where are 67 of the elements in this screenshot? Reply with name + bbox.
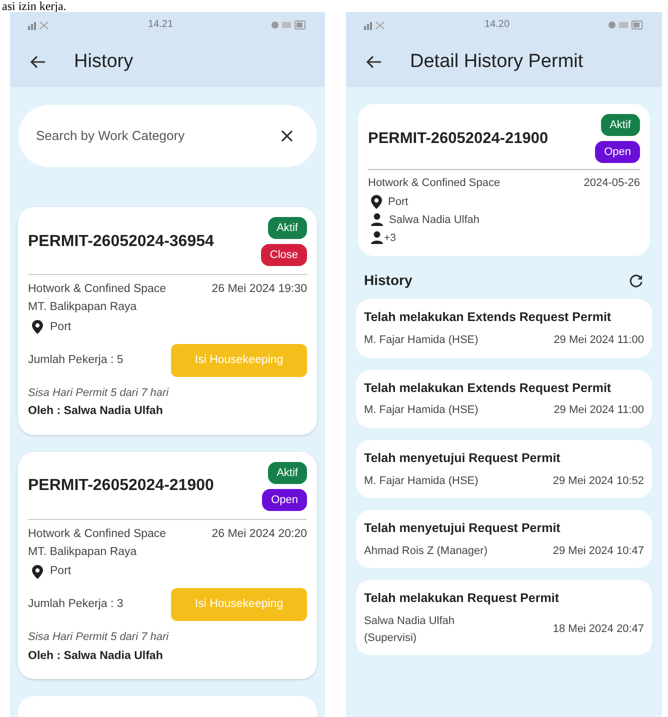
search-field[interactable]: Search by Work Category <box>36 126 256 146</box>
work-category: Hotwork & Confined Space <box>28 282 166 297</box>
entry-action: Telah menyetujui Request Permit <box>364 520 562 537</box>
permit-card[interactable]: PERMIT-26052024-21900 Aktif Open Hotwork & Confined Space 26 Mei 2024 20:20 MT. Balikpapan Raya Port Jumlah Pekerja : 3 Isi Housekeeping Sisa Hari Permit 5 dari 7 hari Oleh : Salwa Nadia Ulfah <box>18 452 317 679</box>
entry-time: 18 Mei 2024 20:47 <box>552 622 644 638</box>
work-category: Hotwork & Confined Space <box>368 176 500 191</box>
entry-actor: M. Fajar Hamida (HSE) <box>364 474 478 488</box>
status-badge: Open <box>262 488 307 510</box>
worker-count: Jumlah Pekerja : 5 <box>28 352 124 368</box>
person-icon <box>371 231 383 246</box>
status-badge: Aktif <box>268 217 307 239</box>
entry-action: Telah melakukan Extends Request Permit <box>364 309 612 326</box>
back-arrow-icon <box>30 55 46 69</box>
person-name: Salwa Nadia Ulfah <box>389 213 480 228</box>
location-text: Port <box>388 194 408 210</box>
vessel-name: MT. Balikpapan Raya <box>28 544 138 560</box>
permit-id: PERMIT-26052024-21900 <box>28 476 214 496</box>
refresh-button[interactable] <box>628 272 644 289</box>
battery-icon <box>608 20 644 30</box>
permit-date: 2024-05-26 <box>584 176 640 191</box>
submitted-by: Oleh : Salwa Nadia Ulfah <box>28 648 164 664</box>
permit-datetime: 26 Mei 2024 19:30 <box>212 282 307 297</box>
screen-title: Detail History Permit <box>410 50 584 74</box>
location-text: Port <box>50 564 72 579</box>
battery-icon <box>271 20 307 30</box>
signal-icon <box>364 20 386 30</box>
location-pin-icon <box>32 320 43 334</box>
location-text: Port <box>50 320 72 334</box>
vessel-name: MT. Balikpapan Raya <box>28 300 138 316</box>
section-title: History <box>364 271 412 290</box>
entry-time: 29 Mei 2024 10:47 <box>552 544 644 559</box>
clear-button[interactable] <box>279 128 295 144</box>
entry-actor: M. Fajar Hamida (HSE) <box>364 333 478 348</box>
status-badge: Close <box>260 244 307 266</box>
remaining-days: Sisa Hari Permit 5 dari 7 hari <box>28 629 307 646</box>
refresh-icon <box>629 274 643 288</box>
location-pin-icon <box>371 194 382 209</box>
permit-card[interactable]: PERMIT-26052024-36954 Aktif Close Hotwork & Confined Space 26 Mei 2024 19:30 MT. Balikpapan Raya Port Jumlah Pekerja : 5 Isi Housekeeping Sisa Hari Permit 5 dari 7 hari Oleh : Salwa Nadia Ulfah <box>18 207 317 434</box>
person-icon <box>371 213 383 228</box>
worker-count: Jumlah Pekerja : 3 <box>28 597 124 612</box>
status-badge: Open <box>595 141 640 163</box>
entry-actor: Ahmad Rois Z (Manager) <box>364 544 488 559</box>
screen-title: History <box>74 50 134 74</box>
entry-action: Telah melakukan Request Permit <box>364 590 560 608</box>
status-badge: Aktif <box>600 114 640 136</box>
permit-datetime: 26 Mei 2024 20:20 <box>212 526 307 542</box>
close-icon <box>281 130 293 142</box>
caption-text: asi izin kerja. <box>1 0 66 12</box>
entry-action: Telah melakukan Extends Request Permit <box>364 380 612 397</box>
location-pin-icon <box>32 564 43 579</box>
status-time: 14.21 <box>148 18 174 32</box>
status-time: 14.20 <box>484 18 510 32</box>
remaining-days: Sisa Hari Permit 5 dari 7 hari <box>28 384 307 402</box>
entry-time: 29 Mei 2024 11:00 <box>554 403 644 418</box>
permit-id: PERMIT-26052024-21900 <box>368 128 548 149</box>
work-category: Hotwork & Confined Space <box>28 526 166 542</box>
signal-icon <box>28 20 50 30</box>
entry-actor: Salwa Nadia Ulfah (Supervisi) <box>364 614 456 646</box>
permit-id: PERMIT-26052024-36954 <box>28 232 214 252</box>
back-arrow-icon <box>366 55 382 69</box>
entry-action: Telah menyetujui Request Permit <box>364 450 562 467</box>
entry-actor: M. Fajar Hamida (HSE) <box>364 403 478 418</box>
entry-time: 29 Mei 2024 10:52 <box>552 474 644 488</box>
extra-workers: +3 <box>384 230 396 246</box>
submitted-by: Oleh : Salwa Nadia Ulfah <box>28 404 164 420</box>
status-badge: Aktif <box>268 462 307 484</box>
entry-time: 29 Mei 2024 11:00 <box>554 333 644 348</box>
